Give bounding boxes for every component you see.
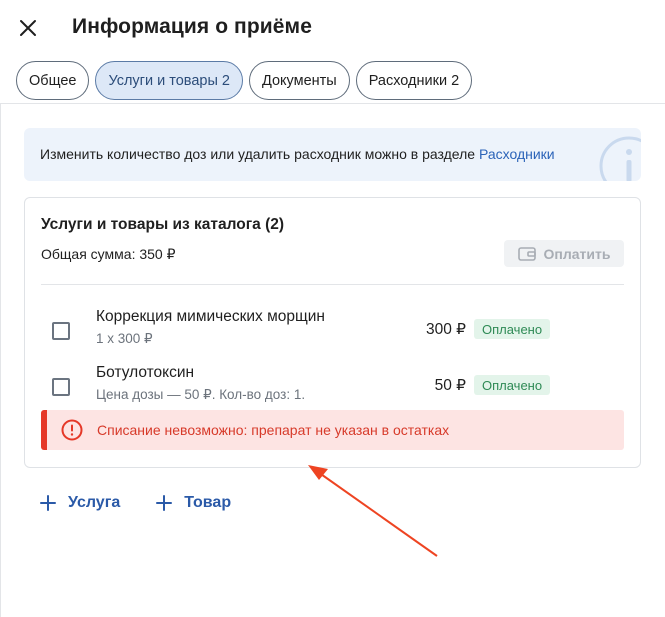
status-badge: Оплачено (474, 319, 551, 339)
info-banner: Изменить количество доз или удалить расх… (24, 128, 641, 181)
add-actions: Услуга Товар (40, 494, 231, 512)
item-details: 1 x 300 ₽ (96, 331, 153, 346)
error-message: Списание невозможно: препарат не указан … (97, 422, 450, 438)
divider (41, 284, 624, 285)
tab-services-goods[interactable]: Услуги и товары 2 (95, 61, 243, 100)
alert-circle-icon (61, 419, 83, 441)
info-banner-text: Изменить количество доз или удалить расх… (40, 146, 555, 162)
catalog-item: Коррекция мимических морщин 1 x 300 ₽ 30… (41, 308, 624, 358)
tab-documents[interactable]: Документы (248, 61, 350, 100)
catalog-card: Услуги и товары из каталога (2) Общая су… (24, 197, 641, 468)
pay-button[interactable]: Оплатить (504, 240, 624, 267)
tab-consumables[interactable]: Расходники 2 (355, 61, 473, 100)
tab-bar: Общее Услуги и товары 2 Документы Расход… (16, 61, 473, 100)
add-service-label: Услуга (68, 494, 121, 511)
item-name: Коррекция мимических морщин (96, 308, 325, 325)
add-service-button[interactable]: Услуга (40, 494, 120, 512)
consumables-link[interactable]: Расходники (479, 146, 555, 162)
total-sum: Общая сумма: 350 ₽ (41, 246, 176, 262)
header: Информация о приёме (0, 0, 665, 58)
page-title: Информация о приёме (72, 15, 312, 38)
item-checkbox[interactable] (52, 378, 70, 396)
add-product-button[interactable]: Товар (156, 494, 231, 512)
plus-icon (40, 495, 56, 511)
error-alert: Списание невозможно: препарат не указан … (41, 410, 624, 450)
pay-button-label: Оплатить (543, 245, 611, 262)
add-product-label: Товар (184, 494, 232, 511)
item-name: Ботулотоксин (96, 364, 195, 381)
wallet-icon (517, 246, 536, 261)
status-badge: Оплачено (474, 375, 551, 395)
plus-icon (156, 495, 173, 511)
close-button[interactable] (14, 14, 42, 42)
close-icon (20, 20, 36, 36)
catalog-item: Ботулотоксин Цена дозы — 50 ₽. Кол-во до… (41, 364, 624, 414)
item-details: Цена дозы — 50 ₽. Кол-во доз: 1. (96, 387, 306, 402)
item-price: 300 ₽ (425, 321, 466, 338)
item-checkbox[interactable] (52, 322, 70, 340)
item-price: 50 ₽ (434, 377, 466, 394)
catalog-title: Услуги и товары из каталога (2) (41, 216, 285, 233)
tab-general[interactable]: Общее (16, 61, 90, 100)
info-icon (599, 136, 641, 181)
